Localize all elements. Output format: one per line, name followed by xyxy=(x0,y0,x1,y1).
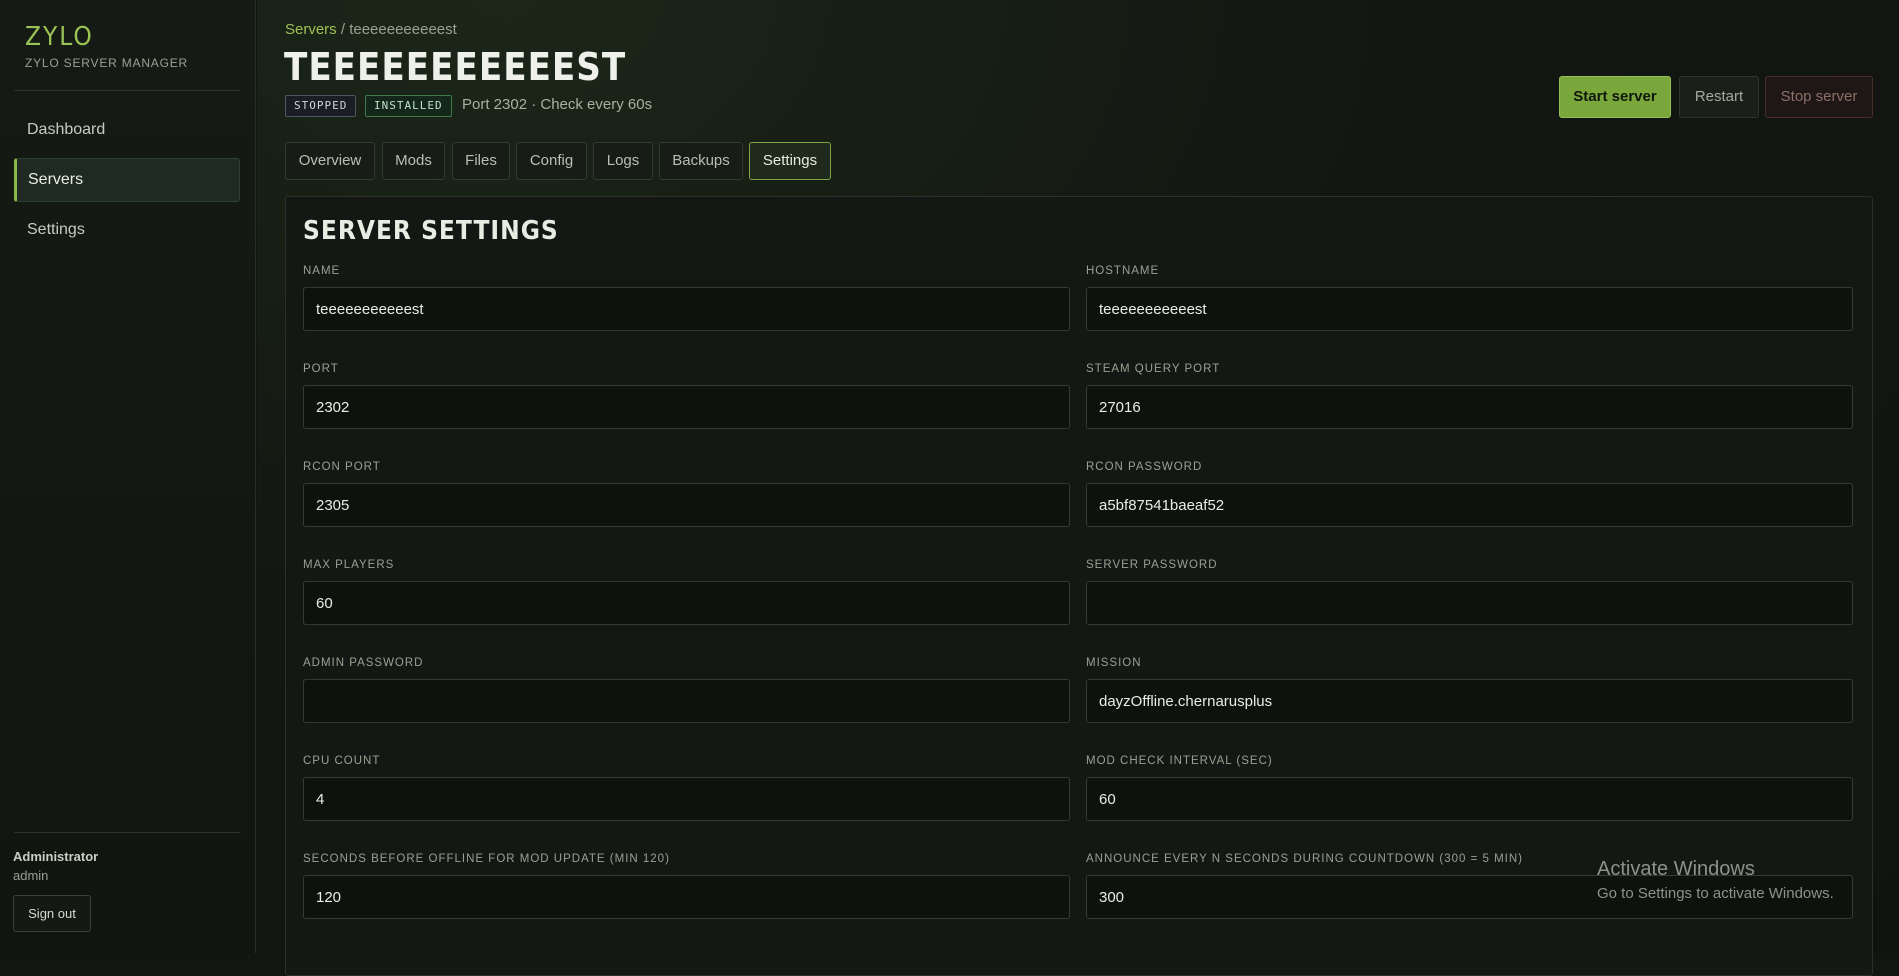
stop-server-button[interactable]: Stop server xyxy=(1765,76,1873,118)
mod-check-interval-input[interactable] xyxy=(1086,777,1853,821)
field-label-rcon-password: RCON PASSWORD xyxy=(1086,461,1203,473)
brand-subtitle: ZYLO SERVER MANAGER xyxy=(25,56,189,70)
status-badge-stopped: STOPPED xyxy=(285,95,357,117)
activate-windows-watermark: Activate Windows Go to Settings to activ… xyxy=(1597,858,1834,902)
watermark-title: Activate Windows xyxy=(1597,858,1755,880)
sidebar-item-settings[interactable]: Settings xyxy=(14,208,240,252)
sidebar-item-dashboard[interactable]: Dashboard xyxy=(14,108,240,152)
sidebar-divider xyxy=(14,832,240,833)
rcon-password-input[interactable] xyxy=(1086,483,1853,527)
breadcrumb: Servers / teeeeeeeeeeest xyxy=(285,21,457,38)
rcon-port-input[interactable] xyxy=(303,483,1070,527)
tab-backups[interactable]: Backups xyxy=(659,142,743,180)
sign-out-button[interactable]: Sign out xyxy=(13,895,91,932)
offline-seconds-input[interactable] xyxy=(303,875,1070,919)
field-label-mission: MISSION xyxy=(1086,657,1142,669)
port-input[interactable] xyxy=(303,385,1070,429)
tab-logs[interactable]: Logs xyxy=(593,142,653,180)
start-server-button[interactable]: Start server xyxy=(1559,76,1671,118)
user-role: Administrator xyxy=(13,849,99,864)
field-label-mod-check-interval: MOD CHECK INTERVAL (SEC) xyxy=(1086,755,1273,767)
sidebar-divider xyxy=(14,90,240,91)
field-label-hostname: HOSTNAME xyxy=(1086,265,1160,277)
field-label-announce-interval: ANNOUNCE EVERY N SECONDS DURING COUNTDOW… xyxy=(1086,853,1524,865)
server-password-input[interactable] xyxy=(1086,581,1853,625)
watermark-subtitle: Go to Settings to activate Windows. xyxy=(1597,885,1834,902)
tab-config[interactable]: Config xyxy=(516,142,587,180)
mission-input[interactable] xyxy=(1086,679,1853,723)
field-label-name: NAME xyxy=(303,265,341,277)
sidebar-item-servers[interactable]: Servers xyxy=(14,158,240,202)
page-title: TEEEEEEEEEEEST xyxy=(284,45,627,89)
breadcrumb-separator: / xyxy=(340,21,346,38)
tab-mods[interactable]: Mods xyxy=(382,142,445,180)
field-label-server-password: SERVER PASSWORD xyxy=(1086,559,1218,571)
hostname-input[interactable] xyxy=(1086,287,1853,331)
breadcrumb-current: teeeeeeeeeeest xyxy=(349,21,457,38)
server-meta: Port 2302 · Check every 60s xyxy=(462,96,653,113)
restart-button[interactable]: Restart xyxy=(1679,76,1759,118)
sidebar: ZYLO ZYLO SERVER MANAGER Dashboard Serve… xyxy=(0,0,256,953)
cpu-count-input[interactable] xyxy=(303,777,1070,821)
field-label-port: PORT xyxy=(303,363,339,375)
brand-logo: ZYLO xyxy=(25,22,94,52)
name-input[interactable] xyxy=(303,287,1070,331)
field-label-cpu-count: CPU COUNT xyxy=(303,755,381,767)
tab-settings[interactable]: Settings xyxy=(749,142,831,180)
breadcrumb-servers-link[interactable]: Servers xyxy=(285,21,337,38)
tab-overview[interactable]: Overview xyxy=(285,142,375,180)
field-label-max-players: MAX PLAYERS xyxy=(303,559,395,571)
tab-files[interactable]: Files xyxy=(452,142,510,180)
admin-password-input[interactable] xyxy=(303,679,1070,723)
steam-query-port-input[interactable] xyxy=(1086,385,1853,429)
field-label-admin-password: ADMIN PASSWORD xyxy=(303,657,424,669)
status-badge-installed: INSTALLED xyxy=(365,95,452,117)
field-label-offline-seconds: SECONDS BEFORE OFFLINE FOR MOD UPDATE (M… xyxy=(303,853,670,865)
field-label-steam-query-port: STEAM QUERY PORT xyxy=(1086,363,1221,375)
brand: ZYLO ZYLO SERVER MANAGER xyxy=(25,22,188,70)
user-name: admin xyxy=(13,868,49,883)
settings-title: SERVER SETTINGS xyxy=(303,216,559,246)
field-label-rcon-port: RCON PORT xyxy=(303,461,381,473)
max-players-input[interactable] xyxy=(303,581,1070,625)
